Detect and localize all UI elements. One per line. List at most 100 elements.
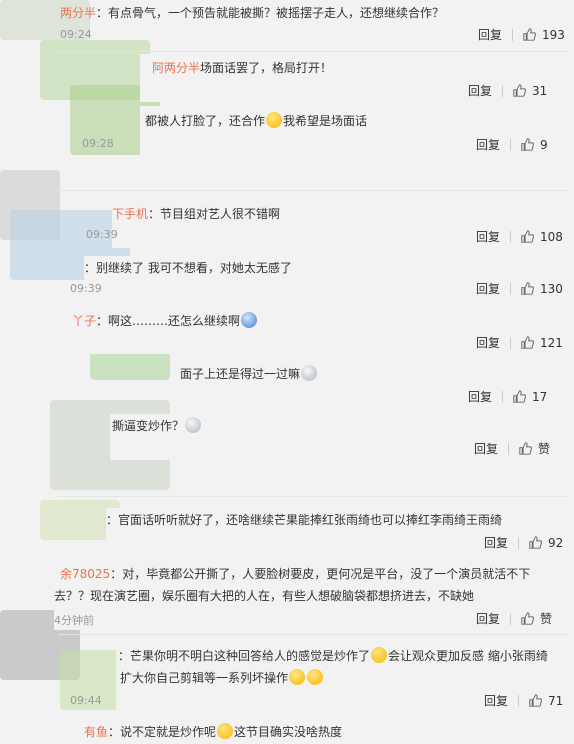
comment-text: ：节目组对艺人很不错啊	[148, 207, 281, 221]
yellow-cry-emoji	[289, 669, 306, 685]
reply-button[interactable]: 回复	[468, 82, 492, 99]
like-count: 17	[532, 389, 548, 404]
comment-actions: 回复 71	[484, 692, 563, 709]
reply-button[interactable]: 回复	[484, 692, 508, 709]
like-button[interactable]: 9	[521, 138, 548, 152]
comment-actions: 回复 赞	[474, 440, 550, 457]
comment-text: ：说不定就是炒作呢	[108, 725, 217, 739]
divider	[510, 230, 512, 243]
comment-text: 面子上还是得过一过嘛	[180, 367, 301, 381]
divider	[512, 28, 514, 41]
yellow-laugh-emoji	[217, 723, 234, 739]
like-count: 130	[540, 281, 563, 296]
comment-actions: 回复 31	[468, 82, 547, 99]
comment-text: 都被人打脸了，还合作	[145, 114, 266, 128]
like-count: 31	[532, 83, 548, 98]
comment-text: ：芒果你明不明白这种回答给人的感觉是炒作了	[118, 649, 371, 663]
thumbs-up-icon	[521, 336, 534, 349]
comment-feed: 两分半：有点骨气，一个预告就能被撕？被摇摆子走人，还想继续合作？ 09:24 回…	[0, 0, 574, 744]
like-button[interactable]: 130	[521, 282, 563, 296]
commenter-name[interactable]: 两分半	[60, 6, 96, 20]
thumbs-up-icon	[513, 84, 526, 97]
reply-button[interactable]: 回复	[476, 228, 500, 245]
comment-text: ：有点骨气，一个预告就能被撕？被摇摆子走人，还想继续合作？	[96, 6, 445, 20]
divider	[58, 496, 568, 497]
like-button[interactable]: 71	[529, 694, 563, 708]
comment-item: 面子上还是得过一过嘛 回复 17	[176, 362, 568, 408]
comment-time: 09:24	[60, 28, 92, 41]
comment-text: ：别继续了 我可不想看，对她太无感了	[84, 261, 292, 275]
commenter-name[interactable]: 丫子	[72, 314, 96, 328]
thumbs-up-icon	[521, 230, 534, 243]
like-count: 赞	[538, 442, 551, 456]
reply-button[interactable]: 回复	[474, 440, 498, 457]
comment-item: 都被人打脸了，还合作 我希望是场面话 回复 9	[140, 106, 568, 156]
divider	[510, 282, 512, 295]
thumbs-up-icon	[521, 612, 534, 625]
comment-text-line2: 扩大你自己剪辑等一系列坏操作	[120, 671, 289, 685]
reply-button[interactable]: 回复	[476, 136, 500, 153]
comment-text: ：对，毕竟都公开撕了，人要脸树要皮，更何况是平台，没了一个演员就活不下	[110, 567, 531, 581]
comment-actions: 回复 108	[476, 228, 563, 245]
reply-button[interactable]: 回复	[476, 280, 500, 297]
commenter-name[interactable]: 阿两分半	[152, 61, 200, 75]
thumbs-up-icon	[519, 442, 532, 455]
like-count: 193	[542, 27, 565, 42]
thumbs-up-icon	[529, 536, 542, 549]
comment-text-line2: 去？？现在演艺圈，娱乐圈有大把的人在，有些人想破脑袋都想挤进去，不缺她	[54, 589, 475, 603]
comment-text: ：啊这………还怎么继续啊	[96, 314, 241, 328]
divider	[510, 612, 512, 625]
like-button[interactable]: 赞	[521, 610, 552, 627]
commenter-name[interactable]: 余78025	[60, 567, 110, 581]
like-count: 121	[540, 335, 563, 350]
yellow-cry-emoji	[371, 647, 388, 663]
divider	[510, 336, 512, 349]
commenter-name[interactable]: 下手机	[112, 207, 148, 221]
comment-actions: 回复 92	[484, 534, 563, 551]
reply-button[interactable]: 回复	[476, 334, 500, 351]
reply-button[interactable]: 回复	[478, 26, 502, 43]
comment-text-continued: 会让观众更加反感 缩小张雨绮	[388, 649, 548, 663]
divider	[508, 442, 510, 455]
comment-item: ：官面话听听就好了，还啥继续芒果能捧红张雨绮也可以捧红李雨绮王雨绮 回复 92	[106, 508, 568, 554]
thumbs-up-icon	[513, 390, 526, 403]
thumbs-up-icon	[521, 138, 534, 151]
comment-item: 下手机：节目组对艺人很不错啊 回复 108	[112, 202, 568, 248]
divider	[518, 694, 520, 707]
like-button[interactable]: 108	[521, 230, 563, 244]
yellow-smile-emoji	[266, 112, 283, 128]
reply-button[interactable]: 回复	[468, 388, 492, 405]
comment-actions: 回复 17	[468, 388, 547, 405]
reply-button[interactable]: 回复	[484, 534, 508, 551]
like-button[interactable]: 17	[513, 390, 547, 404]
comment-actions: 回复 121	[476, 334, 563, 351]
comment-actions: 回复 赞	[476, 610, 552, 627]
divider	[502, 390, 504, 403]
like-button[interactable]: 31	[513, 84, 547, 98]
thumbs-up-icon	[521, 282, 534, 295]
divider	[502, 84, 504, 97]
comment-text: 撕逼变炒作？	[112, 419, 185, 433]
like-count: 92	[548, 535, 564, 550]
like-button[interactable]: 121	[521, 336, 563, 350]
yellow-cry-emoji	[307, 669, 324, 685]
like-button[interactable]: 92	[529, 536, 563, 550]
reply-button[interactable]: 回复	[476, 610, 500, 627]
grey-face-emoji	[185, 417, 202, 433]
comment-item: 阿两分半场面话罢了，格局打开！ 回复 31	[140, 54, 568, 102]
divider	[518, 536, 520, 549]
comment-item: ：芒果你明不明白这种回答给人的感觉是炒作了 会让观众更加反感 缩小张雨绮 扩大你自…	[116, 644, 568, 710]
comment-time: 4分钟前	[54, 614, 94, 627]
like-button[interactable]: 赞	[519, 440, 550, 457]
comment-time: 09:39	[86, 228, 118, 241]
commenter-name[interactable]: 有鱼	[84, 725, 108, 739]
comment-item: 两分半：有点骨气，一个预告就能被撕？被摇摆子走人，还想继续合作？ 09:24 回…	[0, 0, 574, 50]
comment-item: 丫子：啊这………还怎么继续啊 回复 121	[72, 308, 568, 354]
like-count: 赞	[540, 612, 553, 626]
comment-time: 09:28	[82, 137, 114, 150]
comment-item: 撕逼变炒作？ 回复 赞	[110, 414, 568, 460]
comment-actions: 回复 193	[478, 26, 565, 43]
like-count: 9	[540, 137, 548, 152]
like-count: 71	[548, 693, 564, 708]
like-button[interactable]: 193	[523, 28, 565, 42]
